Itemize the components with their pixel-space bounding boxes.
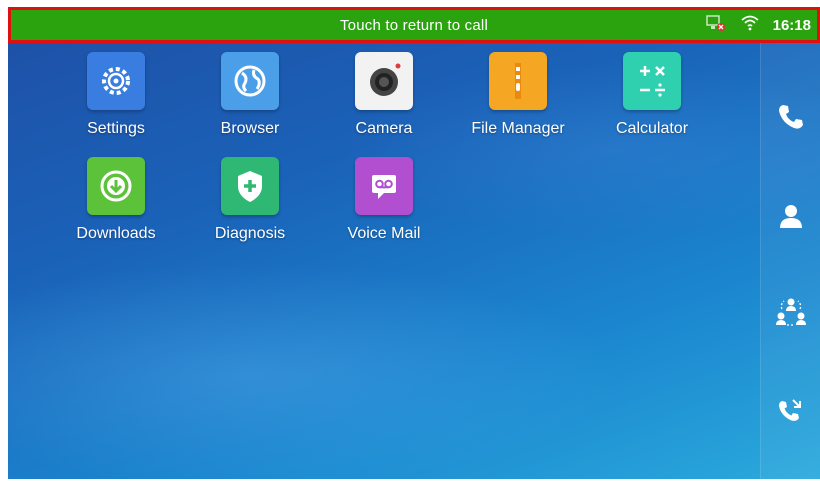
camera-icon [355, 52, 413, 110]
app-label: Voice Mail [347, 225, 421, 242]
app-file-manager[interactable]: File Manager [458, 52, 578, 138]
call-history-icon[interactable] [773, 393, 809, 429]
app-label: Downloads [76, 225, 156, 242]
app-label: Settings [87, 120, 145, 137]
app-label: File Manager [471, 120, 565, 137]
clock: 16:18 [772, 16, 811, 34]
quick-dock [760, 43, 820, 479]
app-label: Browser [220, 120, 280, 137]
app-voice-mail[interactable]: Voice Mail [324, 157, 444, 243]
conference-icon[interactable] [773, 293, 809, 329]
folder-icon [489, 52, 547, 110]
return-to-call-bar[interactable]: Touch to return to call 16:18 [8, 7, 820, 43]
network-disconnected-icon [705, 14, 727, 37]
phone-icon[interactable] [773, 99, 809, 135]
app-label: Diagnosis [214, 225, 286, 242]
calculator-icon [623, 52, 681, 110]
contact-icon[interactable] [773, 198, 809, 234]
app-calculator[interactable]: Calculator [592, 52, 712, 138]
app-camera[interactable]: Camera [324, 52, 444, 138]
status-icons: 16:18 [705, 10, 811, 40]
settings-icon [87, 52, 145, 110]
app-downloads[interactable]: Downloads [56, 157, 176, 243]
app-browser[interactable]: Browser [190, 52, 310, 138]
download-icon [87, 157, 145, 215]
app-label: Calculator [615, 120, 689, 137]
app-label: Camera [355, 120, 413, 137]
voicemail-icon [355, 157, 413, 215]
app-diagnosis[interactable]: Diagnosis [190, 157, 310, 243]
return-to-call-text: Touch to return to call [339, 16, 488, 34]
shield-plus-icon [221, 157, 279, 215]
globe-icon [221, 52, 279, 110]
app-settings[interactable]: Settings [56, 52, 176, 138]
wifi-icon [741, 15, 759, 36]
